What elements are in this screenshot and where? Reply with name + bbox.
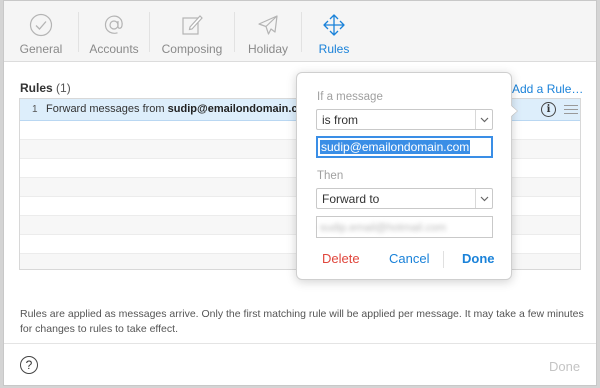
- button-divider: [443, 251, 444, 268]
- tab-composing-label: Composing: [161, 42, 223, 56]
- footer-divider: [4, 343, 596, 344]
- tab-general-label: General: [19, 42, 63, 56]
- condition-email-value: sudip@emailondomain.com: [320, 140, 471, 154]
- checkmark-circle-icon: [28, 12, 54, 38]
- condition-select[interactable]: is from: [316, 109, 493, 130]
- rule-email: sudip@emailondomain.com: [167, 103, 315, 115]
- tab-holiday-label: Holiday: [247, 42, 289, 56]
- at-sign-icon: [101, 12, 127, 38]
- rules-count: (1): [56, 81, 71, 95]
- rules-heading: Rules (1): [20, 81, 71, 95]
- done-button[interactable]: Done: [462, 251, 495, 266]
- rules-arrows-icon: [321, 12, 347, 38]
- condition-label: If a message: [317, 91, 383, 103]
- drag-handle-icon[interactable]: [564, 105, 578, 115]
- condition-email-input[interactable]: sudip@emailondomain.com: [316, 136, 493, 158]
- popover-arrow-inner: [509, 104, 517, 118]
- airplane-icon: [255, 12, 281, 38]
- tab-holiday[interactable]: Holiday: [235, 1, 301, 62]
- compose-icon: [179, 12, 205, 38]
- action-label: Then: [317, 170, 344, 182]
- preferences-toolbar: General Accounts Composing Holiday Rules: [4, 1, 596, 62]
- info-icon[interactable]: i: [541, 102, 556, 117]
- dialog-done-button[interactable]: Done: [549, 359, 580, 374]
- chevron-down-icon: [475, 110, 492, 129]
- add-rule-link[interactable]: Add a Rule…: [512, 82, 583, 96]
- delete-rule-button[interactable]: Delete: [322, 251, 360, 266]
- forward-to-value: sudip.email@hotmail.com: [320, 222, 447, 234]
- tab-accounts-label: Accounts: [89, 42, 139, 56]
- help-icon[interactable]: ?: [20, 356, 38, 374]
- tab-accounts[interactable]: Accounts: [79, 1, 149, 62]
- rules-footnote: Rules are applied as messages arrive. On…: [20, 308, 584, 335]
- rule-editor-popover: If a message is from sudip@emailondomain…: [296, 72, 512, 280]
- action-select[interactable]: Forward to: [316, 188, 493, 209]
- tab-rules-label: Rules: [318, 42, 350, 56]
- condition-select-value: is from: [322, 113, 358, 127]
- forward-to-input[interactable]: sudip.email@hotmail.com: [316, 216, 493, 238]
- cancel-button[interactable]: Cancel: [389, 251, 429, 266]
- tab-composing[interactable]: Composing: [150, 1, 234, 62]
- rules-heading-label: Rules: [20, 81, 53, 95]
- chevron-down-icon: [475, 189, 492, 208]
- rule-prefix: Forward messages from: [46, 103, 168, 115]
- tab-rules[interactable]: Rules: [302, 1, 366, 62]
- tab-general[interactable]: General: [4, 1, 78, 62]
- action-select-value: Forward to: [322, 192, 380, 206]
- rule-number: 1: [32, 104, 38, 115]
